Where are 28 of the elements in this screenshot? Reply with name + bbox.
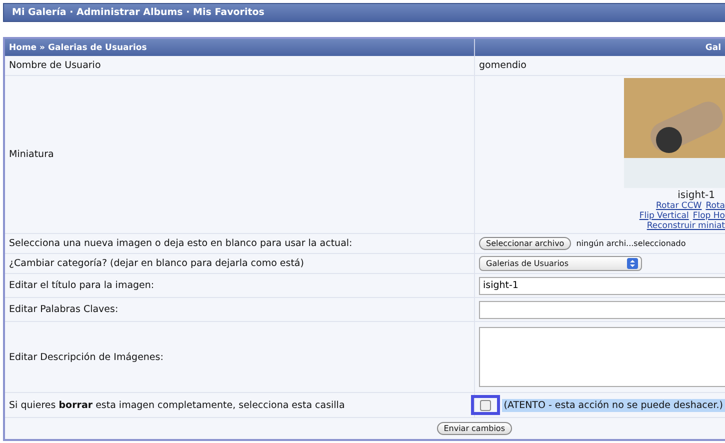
field-label: Miniatura [9,149,54,160]
image-action-link[interactable]: Reconstruir miniat [646,221,725,231]
text-input-field[interactable] [479,300,725,318]
username-value: gomendio [479,60,526,71]
warning-note: (ATENTO - esta acción no se puede deshacer.) [502,398,725,412]
choose-file-button[interactable]: Seleccionar archivo [479,237,572,250]
field-label: Selecciona una nueva imagen o deja esto en blanco para usar la actual: [9,238,352,249]
navigation-links[interactable]: Mi Galería · Administrar Albums · Mis Favoritos [12,7,264,18]
stepper-icon [627,258,638,269]
image-action-link[interactable]: Rotar CCW [656,201,702,211]
field-label: Editar el título para la imagen: [9,280,154,291]
delete-checkbox[interactable] [480,400,491,410]
column-header: Gal [474,38,725,56]
field-label: Si quieres borrar esta imagen completamente, selecciona esta casilla [9,400,345,410]
description-textarea[interactable] [479,327,725,387]
image-action-link[interactable]: Rota [706,201,725,211]
file-name-text: ningún archi...seleccionado [576,239,686,248]
submit-button[interactable]: Enviar cambios [436,422,512,435]
image-action-link[interactable]: Flip Vertical [639,211,689,221]
image-caption: isight-1 [678,190,715,201]
field-label: Nombre de Usuario [9,60,101,71]
field-label: Editar Descripción de Imágenes: [9,352,164,362]
category-dropdown[interactable]: Galerias de Usuarios [479,256,642,271]
image-action-link[interactable]: Flop Ho [692,211,725,221]
text-input-field[interactable]: isight-1 [479,276,725,294]
field-label: ¿Cambiar categoría? (dejar en blanco para dejarla como está) [9,258,304,269]
breadcrumb[interactable]: Home » Galerias de Usuarios [4,38,474,56]
field-label: Editar Palabras Claves: [9,304,118,315]
